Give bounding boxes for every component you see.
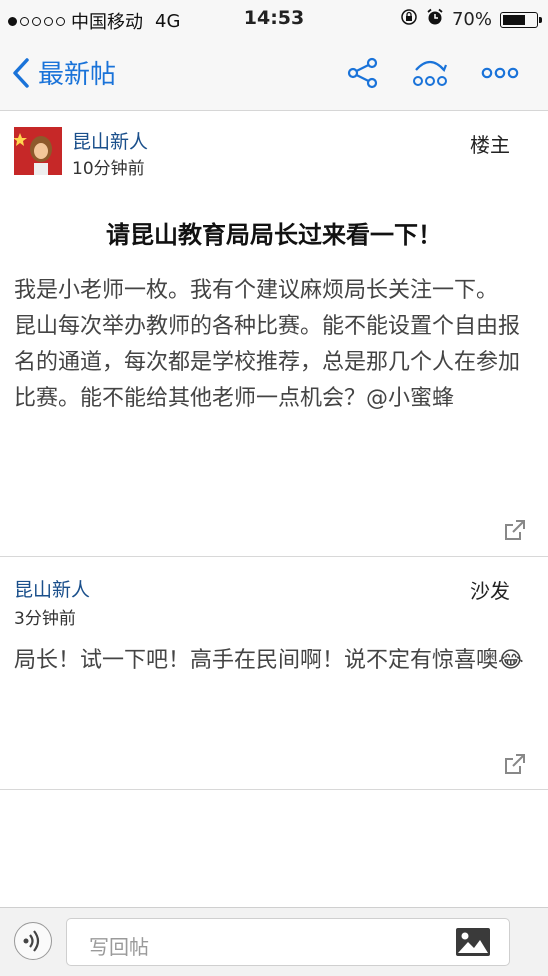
reply-post: 昆山新人 3分钟前 沙发 局长！试一下吧！高手在民间啊！说不定有惊喜噢😂 (0, 557, 548, 790)
back-label: 最新帖 (38, 60, 117, 90)
reply-input[interactable]: 写回帖 (66, 918, 510, 966)
battery-percent: 70% (451, 9, 492, 30)
back-button[interactable]: 最新帖 (12, 54, 116, 91)
floor-label: 楼主 (470, 133, 510, 157)
main-post: 昆山新人 10分钟前 楼主 请昆山教育局局长过来看一下！ 我是小老师一枚。我有个… (0, 111, 548, 557)
rotation-lock-icon (400, 8, 418, 31)
share-icon[interactable] (346, 56, 380, 94)
floor-label: 沙发 (470, 579, 510, 603)
nav-actions (346, 56, 520, 94)
battery-icon (500, 11, 542, 28)
image-icon[interactable] (455, 927, 491, 961)
more-icon[interactable] (480, 56, 520, 94)
navigation-bar: 最新帖 (0, 40, 548, 111)
reply-body: 局长！试一下吧！高手在民间啊！说不定有惊喜噢😂 (14, 648, 524, 673)
external-share-icon[interactable] (504, 519, 526, 545)
post-body: 我是小老师一枚。我有个建议麻烦局长关注一下。 昆山每次举办教师的各种比赛。能不能… (14, 278, 521, 411)
reply-author[interactable]: 昆山新人 (14, 575, 90, 602)
reply-bar: 写回帖 (0, 907, 548, 976)
external-share-icon[interactable] (504, 753, 526, 779)
post-time: 10分钟前 (72, 159, 145, 179)
alarm-icon (426, 8, 444, 31)
chevron-left-icon (13, 57, 29, 88)
post-author[interactable]: 昆山新人 (72, 127, 148, 154)
status-right: 70% (400, 8, 542, 31)
voice-icon (23, 930, 40, 952)
post-title: 请昆山教育局局长过来看一下！ (106, 221, 442, 249)
avatar[interactable] (14, 127, 62, 175)
status-bar: 中国移动 4G 14:53 70% (0, 0, 548, 40)
jump-floor-icon[interactable] (410, 56, 450, 94)
reply-placeholder: 写回帖 (89, 935, 149, 959)
voice-input-button[interactable] (14, 922, 52, 960)
reply-time: 3分钟前 (14, 609, 76, 629)
